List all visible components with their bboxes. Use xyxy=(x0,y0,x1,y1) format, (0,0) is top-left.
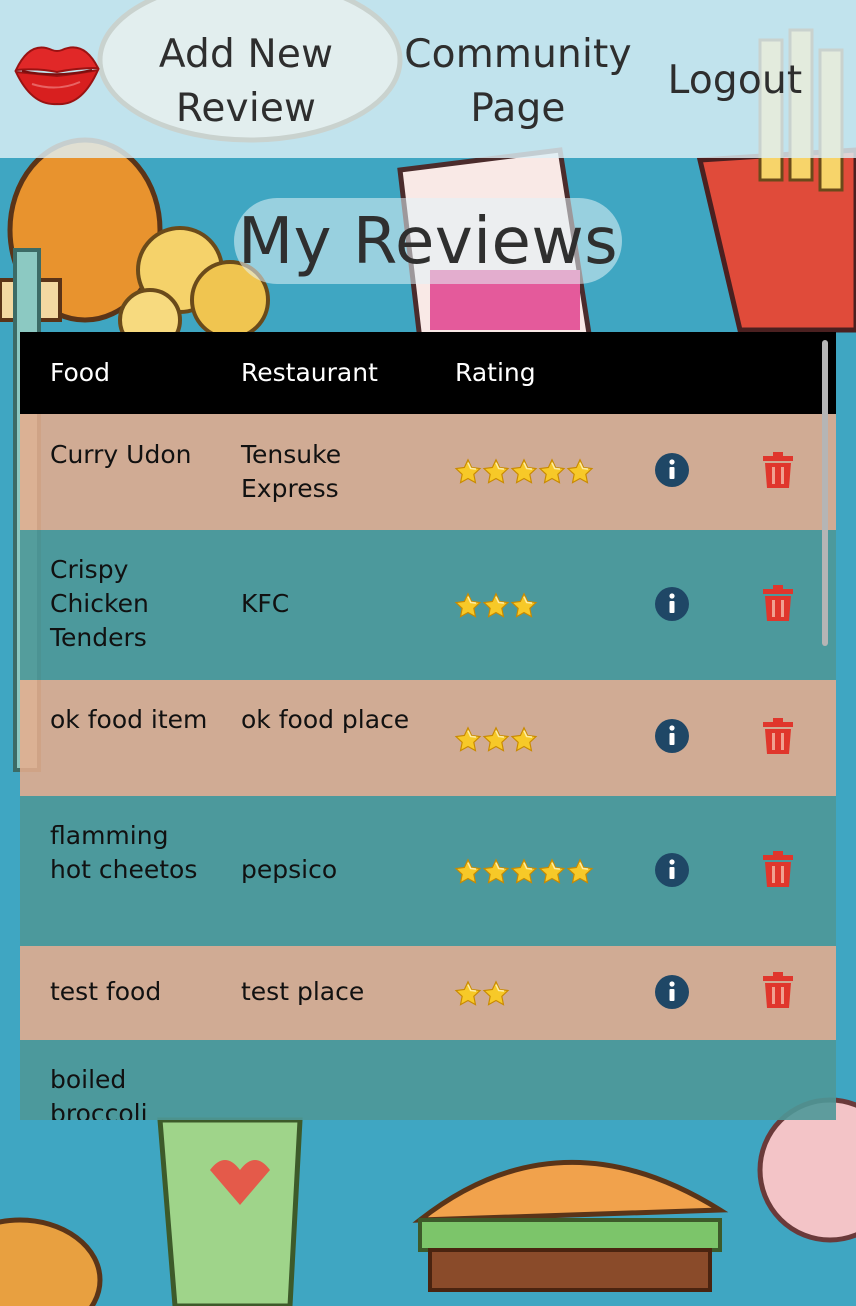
star-icon xyxy=(538,858,566,886)
cell-food: Curry Udon xyxy=(50,440,192,469)
trash-icon[interactable] xyxy=(761,972,795,1008)
drink-cup-bottom-illustration xyxy=(157,1117,303,1306)
header-restaurant: Restaurant xyxy=(241,358,378,387)
cell-restaurant: KFC xyxy=(241,589,290,618)
cell-food: Crispy Chicken Tenders xyxy=(50,555,149,652)
lips-icon[interactable] xyxy=(12,34,102,110)
nav-logout-link[interactable]: Logout xyxy=(656,54,814,108)
info-circle-icon[interactable] xyxy=(654,586,690,622)
nav-community-page-link[interactable]: Community Page xyxy=(392,28,644,136)
page-title-container: My Reviews xyxy=(234,198,622,284)
info-circle-icon[interactable] xyxy=(654,974,690,1010)
star-icon xyxy=(482,726,510,754)
star-icon xyxy=(510,458,538,486)
star-icon xyxy=(454,592,482,620)
cell-restaurant: ok food place xyxy=(241,705,410,734)
cell-food: boiled broccoli xyxy=(50,1065,148,1120)
star-icon xyxy=(510,858,538,886)
star-icon xyxy=(566,858,594,886)
top-navbar: Add New Review Community Page Logout xyxy=(0,0,856,158)
header-food: Food xyxy=(50,358,110,387)
star-icon xyxy=(454,458,482,486)
trash-icon[interactable] xyxy=(761,851,795,887)
star-icon xyxy=(482,458,510,486)
star-icon xyxy=(482,980,510,1008)
trash-icon[interactable] xyxy=(761,585,795,621)
cell-restaurant: test place xyxy=(241,977,365,1006)
star-rating xyxy=(454,592,538,620)
table-scrollbar[interactable] xyxy=(822,340,828,646)
info-circle-icon[interactable] xyxy=(654,852,690,888)
info-circle-icon[interactable] xyxy=(654,452,690,488)
star-icon xyxy=(566,458,594,486)
cell-food: ok food item xyxy=(50,705,208,734)
cell-food: flamming hot cheetos xyxy=(50,821,198,884)
nav-add-new-review-link[interactable]: Add New Review xyxy=(150,28,342,136)
cell-food: test food xyxy=(50,977,162,1006)
page-title: My Reviews xyxy=(237,205,619,279)
info-circle-icon[interactable] xyxy=(654,718,690,754)
cell-restaurant: pepsico xyxy=(241,855,338,884)
table-row: boiled broccoli xyxy=(20,1040,836,1120)
star-icon xyxy=(510,726,538,754)
star-rating xyxy=(454,858,594,886)
star-icon xyxy=(454,726,482,754)
star-rating xyxy=(454,980,510,1008)
table-row: ok food item ok food place xyxy=(20,680,836,796)
star-rating xyxy=(454,458,594,486)
trash-icon[interactable] xyxy=(761,718,795,754)
table-header-row: Food Restaurant Rating xyxy=(20,332,836,414)
table-row: Curry Udon Tensuke Express xyxy=(20,414,836,530)
star-icon xyxy=(538,458,566,486)
star-icon xyxy=(510,592,538,620)
star-icon xyxy=(454,980,482,1008)
star-icon xyxy=(482,858,510,886)
reviews-table: Food Restaurant Rating Curry Udon Tensuk… xyxy=(20,332,836,1120)
trash-icon[interactable] xyxy=(761,452,795,488)
star-icon xyxy=(454,858,482,886)
table-row: flamming hot cheetos pepsico xyxy=(20,796,836,946)
star-rating xyxy=(454,726,538,754)
star-icon xyxy=(482,592,510,620)
cell-restaurant: Tensuke Express xyxy=(241,440,342,503)
header-rating: Rating xyxy=(455,358,536,387)
table-row: test food test place xyxy=(20,946,836,1040)
table-row: Crispy Chicken Tenders KFC xyxy=(20,530,836,680)
